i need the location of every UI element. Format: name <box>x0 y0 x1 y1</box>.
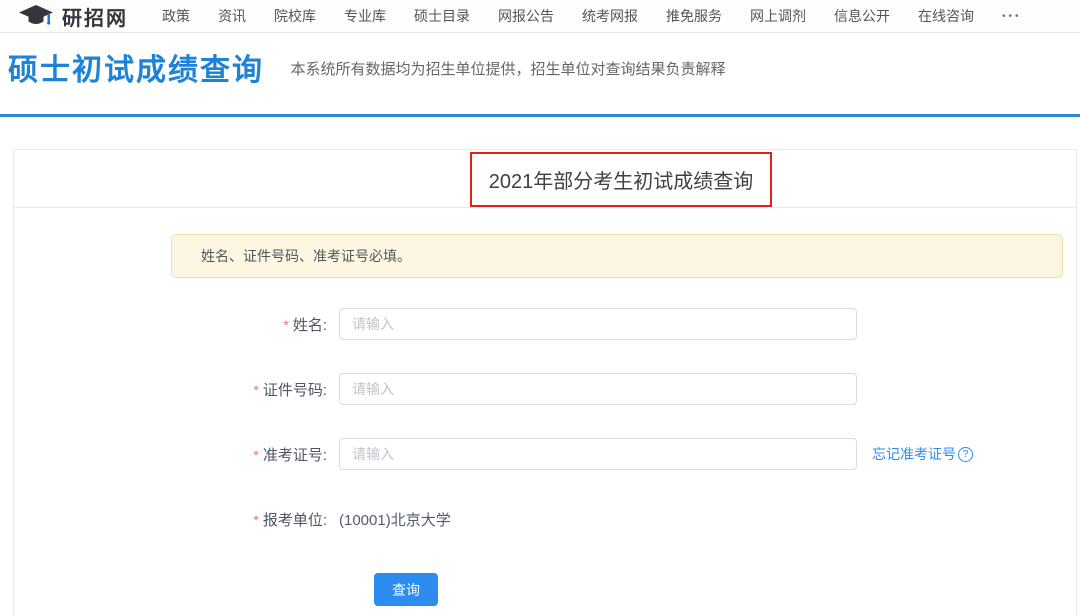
nav-item-unified-exam-registration[interactable]: 统考网报 <box>582 6 638 26</box>
required-mark: * <box>253 382 258 398</box>
card-heading: 2021年部分考生初试成绩查询 <box>489 165 754 194</box>
target-institution-label: *报考单位: <box>14 509 339 530</box>
required-mark: * <box>283 317 288 333</box>
form-row-id-number: *证件号码: <box>14 373 1076 405</box>
top-navigation: 研招网 政策 资讯 院校库 专业库 硕士目录 网报公告 统考网报 推免服务 网上… <box>0 0 1080 33</box>
query-button[interactable]: 查询 <box>374 573 438 606</box>
admission-ticket-field[interactable] <box>339 438 857 470</box>
site-logo[interactable]: 研招网 <box>18 2 128 31</box>
id-number-label: *证件号码: <box>14 379 339 400</box>
name-field[interactable] <box>339 308 857 340</box>
nav-item-major-library[interactable]: 专业库 <box>344 6 386 26</box>
nav-more-icon[interactable]: ••• <box>1002 11 1022 22</box>
nav-menu: 政策 资讯 院校库 专业库 硕士目录 网报公告 统考网报 推免服务 网上调剂 信… <box>162 6 1022 26</box>
red-annotation-box: 2021年部分考生初试成绩查询 <box>470 152 772 207</box>
nav-item-news[interactable]: 资讯 <box>218 6 246 26</box>
id-number-field[interactable] <box>339 373 857 405</box>
notice-text: 姓名、证件号码、准考证号必填。 <box>201 246 411 266</box>
card-header: 2021年部分考生初试成绩查询 <box>14 150 1076 208</box>
card-body: 姓名、证件号码、准考证号必填。 *姓名: *证件号码: *准考证号: <box>14 208 1076 606</box>
form-row-target-institution: *报考单位: (10001)北京大学 <box>14 503 1076 535</box>
admission-ticket-label: *准考证号: <box>14 444 339 465</box>
logo-text: 研招网 <box>62 2 128 31</box>
page-header: 硕士初试成绩查询 本系统所有数据均为招生单位提供，招生单位对查询结果负责解释 <box>0 33 1080 114</box>
nav-item-college-library[interactable]: 院校库 <box>274 6 316 26</box>
page-title: 硕士初试成绩查询 <box>8 51 264 91</box>
name-label: *姓名: <box>14 314 339 335</box>
nav-item-online-consult[interactable]: 在线咨询 <box>918 6 974 26</box>
nav-item-policy[interactable]: 政策 <box>162 6 190 26</box>
required-mark: * <box>253 447 258 463</box>
form-row-name: *姓名: <box>14 308 1076 340</box>
help-icon[interactable]: ? <box>958 447 973 462</box>
blue-divider <box>0 114 1080 117</box>
required-fields-notice: 姓名、证件号码、准考证号必填。 <box>171 234 1063 278</box>
nav-item-info-disclosure[interactable]: 信息公开 <box>834 6 890 26</box>
score-query-form: *姓名: *证件号码: *准考证号: 忘记准考证号 ? <box>14 308 1076 606</box>
graduation-cap-icon <box>18 4 54 28</box>
page-subtitle: 本系统所有数据均为招生单位提供，招生单位对查询结果负责解释 <box>290 58 725 79</box>
nav-item-master-catalog[interactable]: 硕士目录 <box>414 6 470 26</box>
form-row-admission-ticket: *准考证号: 忘记准考证号 ? <box>14 438 1076 470</box>
forgot-ticket-link[interactable]: 忘记准考证号 ? <box>872 444 973 464</box>
nav-item-registration-notice[interactable]: 网报公告 <box>498 6 554 26</box>
query-card: 2021年部分考生初试成绩查询 姓名、证件号码、准考证号必填。 *姓名: *证件… <box>13 149 1077 616</box>
button-row: 查询 <box>374 573 1076 606</box>
required-mark: * <box>253 512 258 528</box>
target-institution-value: (10001)北京大学 <box>339 509 451 530</box>
nav-item-exemption-service[interactable]: 推免服务 <box>666 6 722 26</box>
nav-item-online-adjustment[interactable]: 网上调剂 <box>750 6 806 26</box>
